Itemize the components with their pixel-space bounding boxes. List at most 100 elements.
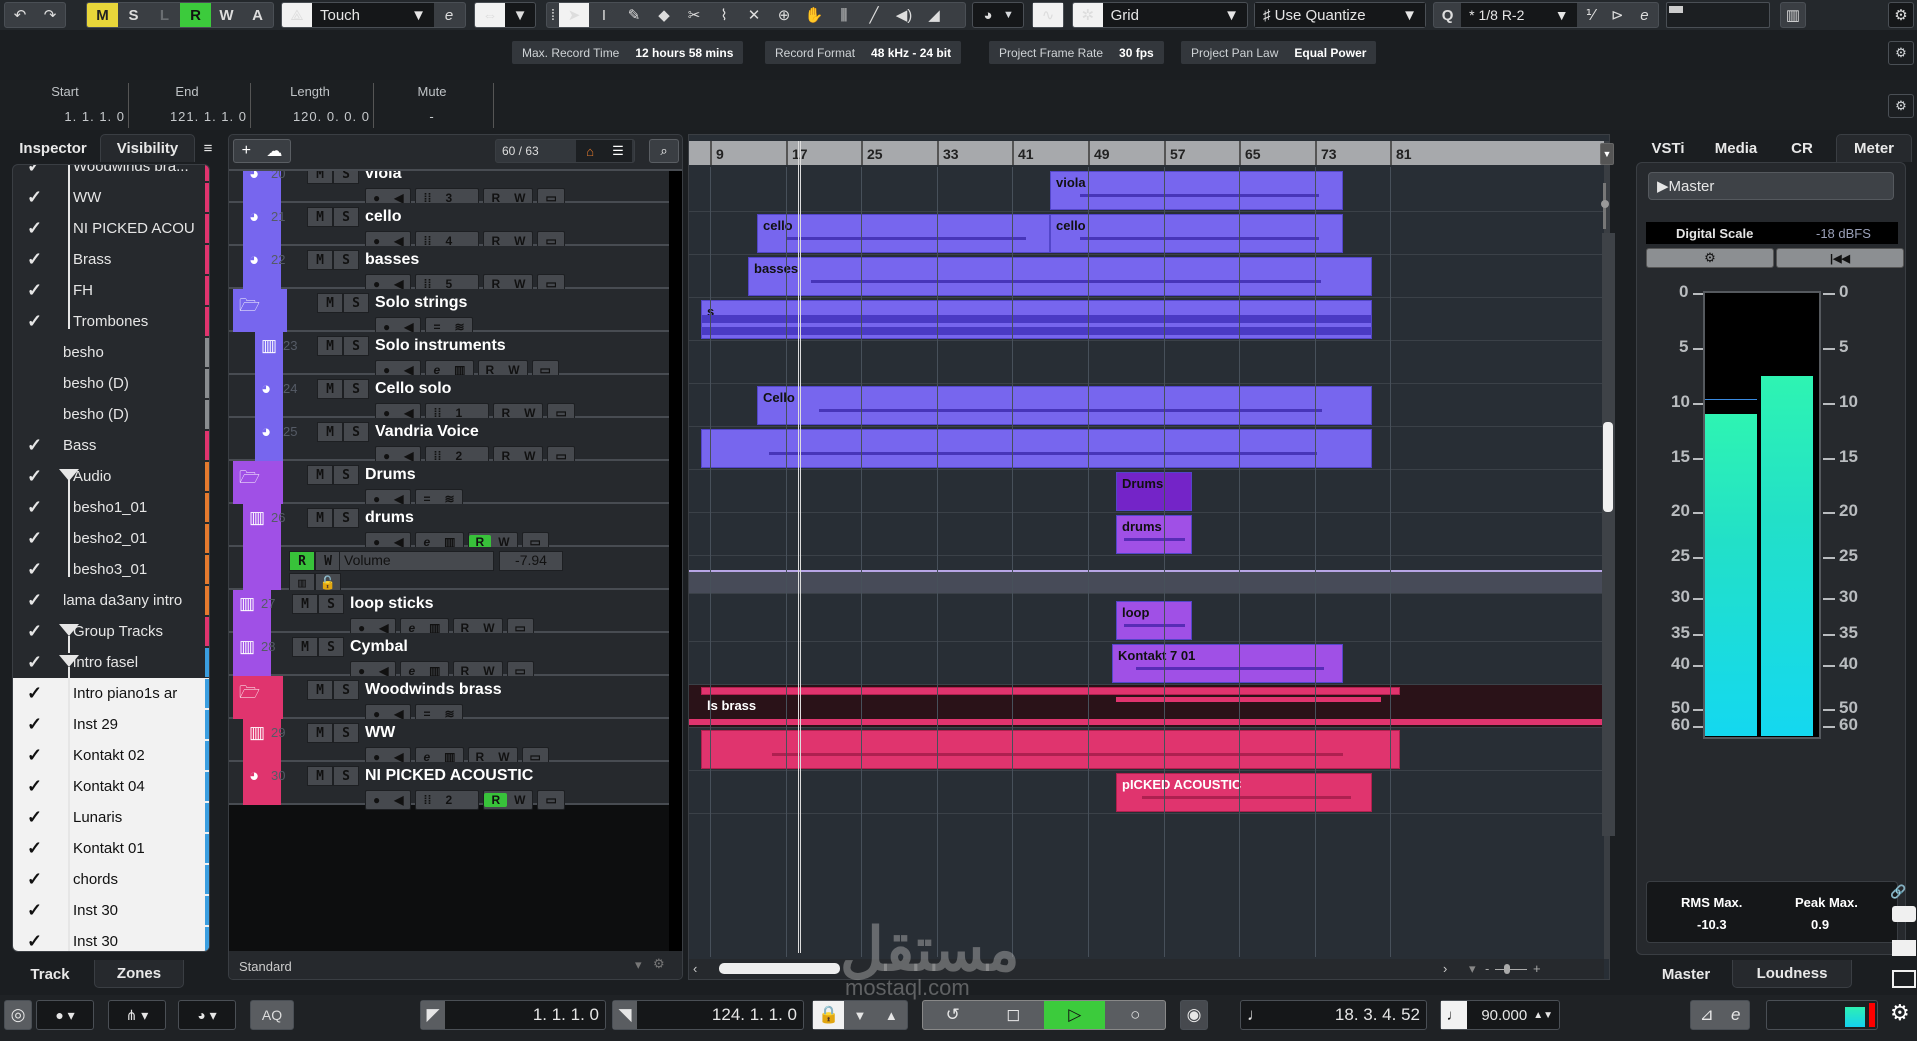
track-row[interactable]: R W Volume -7.94 ▥ 🔓	[229, 547, 669, 593]
zoom-presets-icon[interactable]: ▾	[1469, 961, 1476, 977]
visibility-item[interactable]: ✓ Trombones	[13, 306, 209, 337]
event-part[interactable]	[701, 730, 1400, 769]
event-end[interactable]: End 121. 1. 1. 0	[127, 84, 247, 124]
write-automation-button[interactable]: W	[315, 551, 341, 571]
split-tool-icon[interactable]: ✂	[679, 3, 709, 27]
solo-button[interactable]: S	[333, 465, 359, 485]
event-start[interactable]: Start 1. 1. 1. 0	[5, 84, 125, 124]
track-row[interactable]: ◕ 21 M Scello ● ◀ ⁞⁞ 4 R W ▭	[229, 203, 669, 251]
left-zone-menu-icon[interactable]: ≡	[198, 134, 218, 162]
solo-button[interactable]: S	[333, 766, 359, 786]
mute-button[interactable]: M	[317, 293, 343, 313]
snap-type-selector[interactable]: ✲ Grid ▼	[1072, 2, 1248, 28]
checkmark-icon[interactable]: ✓	[27, 683, 42, 704]
solo-button[interactable]: S	[318, 594, 344, 614]
visibility-item[interactable]: ✓ Inst 30	[13, 926, 209, 951]
auto-scroll-icon[interactable]: ⇔	[475, 3, 505, 27]
visibility-item[interactable]: ✓ FH	[13, 275, 209, 306]
video-icon[interactable]	[1892, 940, 1916, 956]
solo-button[interactable]: S	[333, 723, 359, 743]
punch-in-icon[interactable]: ▼	[844, 1008, 875, 1023]
range-selection-tool-icon[interactable]: I	[589, 3, 619, 27]
tab-media[interactable]: Media	[1700, 134, 1772, 162]
visibility-item[interactable]: ✓ NI PICKED ACOU	[13, 213, 209, 244]
checkmark-icon[interactable]: ✓	[27, 466, 42, 487]
visibility-item[interactable]: ✓ besho1_01	[13, 492, 209, 523]
scroll-right-icon[interactable]: ›	[1443, 961, 1447, 976]
track-name[interactable]: Woodwinds brass	[365, 681, 502, 699]
vertical-zoom-handle[interactable]	[1601, 200, 1609, 208]
mute-button[interactable]: M	[307, 171, 333, 184]
event-part[interactable]: ls brass	[701, 687, 1400, 713]
track-name[interactable]: viola	[365, 171, 401, 183]
automation-parameter-selector[interactable]: Volume	[339, 551, 494, 571]
monitor-button[interactable]: ◉	[1180, 1000, 1208, 1030]
gear-icon[interactable]: ⚙	[653, 956, 665, 972]
tab-zones[interactable]: Zones	[94, 960, 184, 988]
info-pan-law[interactable]: Project Pan Law Equal Power	[1181, 41, 1377, 64]
visibility-item[interactable]: ✓ Inst 30	[13, 895, 209, 926]
solo-button[interactable]: S	[333, 171, 359, 184]
mute-button[interactable]: M	[307, 680, 333, 700]
visibility-item[interactable]: ✓ Intro piano1s ar	[13, 678, 209, 709]
event-part[interactable]: basses	[748, 257, 1372, 296]
punch-out-icon[interactable]: ▲	[876, 1008, 907, 1023]
checkmark-icon[interactable]: ✓	[27, 869, 42, 890]
quantize-icon[interactable]: Q	[1434, 3, 1461, 27]
visibility-item[interactable]: ✓ Kontakt 02	[13, 740, 209, 771]
checkmark-icon[interactable]: ✓	[27, 165, 42, 177]
visibility-item[interactable]: besho (D)	[13, 368, 209, 399]
track-row[interactable]: ◕ 22 M Sbasses ● ◀ ⁞⁞ 5 R W ▭	[229, 246, 669, 294]
object-selection-tool-icon[interactable]: ➤	[559, 3, 589, 27]
zoom-out-icon[interactable]: -	[1485, 961, 1489, 976]
lock-icon[interactable]: 🔒	[813, 1001, 845, 1029]
track-name[interactable]: Cymbal	[350, 638, 408, 656]
checkmark-icon[interactable]: ✓	[27, 714, 42, 735]
tempo-display[interactable]: ♩ 90.000 ▲▼	[1440, 1000, 1560, 1030]
checkmark-icon[interactable]: ✓	[27, 590, 42, 611]
event-length[interactable]: Length 120. 0. 0. 0	[250, 84, 370, 124]
track-name[interactable]: Cello solo	[375, 380, 451, 398]
glue-tool-icon[interactable]: ⌇	[709, 3, 739, 27]
snap-toggle[interactable]: ∿	[1032, 2, 1064, 28]
event-part[interactable]: loop	[1116, 601, 1192, 640]
track-row[interactable]: ▥ 27 M Sloop sticks ● ◀ e ▥ R W ▭	[229, 590, 669, 638]
toolbar-settings-button[interactable]: ⚙	[1888, 2, 1914, 28]
meter-settings-button[interactable]: ⚙	[1646, 248, 1774, 268]
color-tool-icon[interactable]: ◢	[919, 3, 949, 27]
horizontal-zoom-handle[interactable]	[1504, 964, 1510, 974]
mute-button[interactable]: M	[317, 379, 343, 399]
automation-mode-dropdown[interactable]: Touch ▼	[312, 3, 434, 27]
visibility-item[interactable]: ✓ Brass	[13, 244, 209, 275]
event-part[interactable]: Cello	[757, 386, 1372, 425]
checkmark-icon[interactable]: ✓	[27, 931, 42, 951]
edit-automation-icon[interactable]: e	[434, 3, 464, 27]
track-name[interactable]: Drums	[365, 466, 416, 484]
visibility-item[interactable]: ✓ Lunaris	[13, 802, 209, 833]
mute-button[interactable]: M	[317, 336, 343, 356]
stop-icon[interactable]: ◻	[983, 1005, 1044, 1025]
info-record-format[interactable]: Record Format 48 kHz - 24 bit	[765, 41, 962, 64]
mute-tool-icon[interactable]: ✕	[739, 3, 769, 27]
event-part[interactable]: Kontakt 7 01	[1112, 644, 1343, 683]
visibility-item[interactable]: ✓ Kontakt 01	[13, 833, 209, 864]
track-row[interactable]: ▥ 23 M S Solo instruments ● ◀ e ▥ R W ▭	[229, 332, 669, 380]
visibility-item[interactable]: ✓ WW	[13, 182, 209, 213]
mute-button[interactable]: M	[307, 250, 333, 270]
draw-tool-icon[interactable]: ✎	[619, 3, 649, 27]
info-bar-settings-button[interactable]: ⚙	[1888, 41, 1914, 65]
track-row[interactable]: ◕ 25 M S Vandria Voice ● ◀ ⁞⁞ 2 R W ▭	[229, 418, 669, 466]
track-name[interactable]: cello	[365, 208, 401, 226]
checkmark-icon[interactable]: ✓	[27, 218, 42, 239]
horizontal-scrollbar-thumb[interactable]	[719, 963, 840, 974]
undo-icon[interactable]: ↶	[5, 3, 35, 27]
audio-mode-selector[interactable]: ⋔ ▾	[108, 1000, 166, 1030]
checkmark-icon[interactable]: ✓	[27, 776, 42, 797]
checkmark-icon[interactable]: ✓	[27, 497, 42, 518]
checkmark-icon[interactable]: ✓	[27, 528, 42, 549]
tempo-stepper-icon[interactable]: ▲▼	[1533, 1010, 1553, 1021]
mute-button[interactable]: M	[292, 637, 318, 657]
record-enable-icon[interactable]: ●	[366, 793, 387, 807]
window-icon[interactable]	[1892, 970, 1916, 988]
solo-mode-button[interactable]: S	[118, 3, 149, 27]
